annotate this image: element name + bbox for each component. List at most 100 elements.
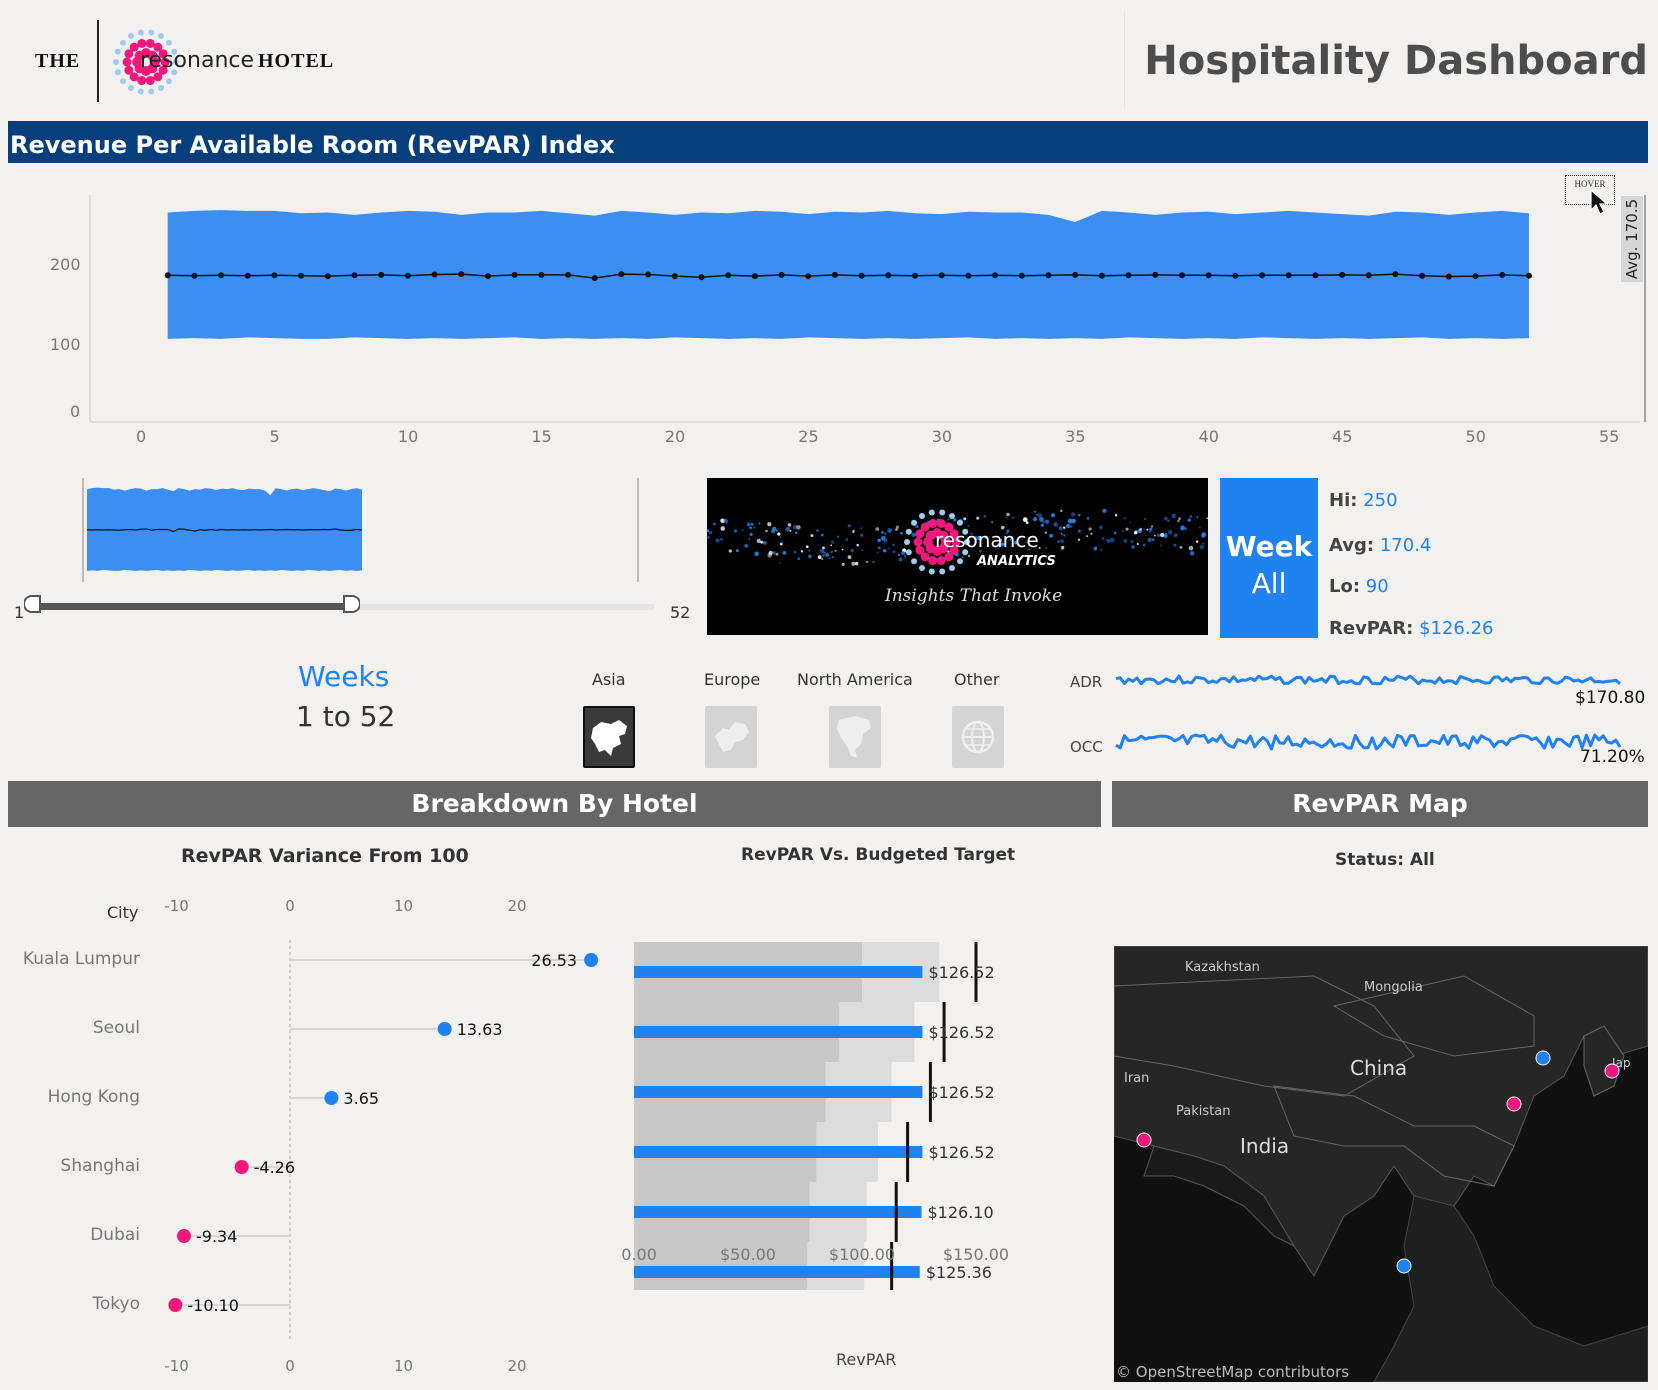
week-selector-card[interactable]: Week All (1220, 478, 1318, 638)
variance-lollipop-chart[interactable]: -10 -10 0 0 10 10 20 20 26.53 13.63 3.65 -4.26 -9.34… (0, 880, 600, 1380)
region-label-north-america: North America (797, 670, 913, 689)
slider-handle-start[interactable] (24, 594, 42, 618)
revpar-point (324, 273, 331, 280)
stat-avg: Avg: 170.4 (1329, 535, 1432, 556)
region-button-other[interactable] (952, 706, 1004, 768)
revpar-point (271, 272, 278, 279)
revpar-point (298, 272, 305, 279)
budget-bullet-chart[interactable]: $126.52 $126.52 $126.52 $126.52 $126.10 $125.… (620, 930, 1100, 1290)
variance-value-label: -10.10 (187, 1296, 239, 1315)
map-status-filter[interactable]: Status: All (1335, 850, 1435, 870)
revpar-point (831, 271, 838, 278)
region-label-other: Other (954, 670, 1000, 689)
revpar-index-title: Revenue Per Available Room (RevPAR) Inde… (10, 131, 615, 159)
banner-logo-text: resonance (935, 528, 1039, 552)
x-tick-label: 5 (269, 427, 280, 446)
weeks-filter-title: Weeks (298, 660, 390, 693)
kpi-sparklines[interactable] (1114, 660, 1624, 760)
revpar-point (244, 272, 251, 279)
occ-sparkline (1115, 733, 1622, 751)
x-tick-label: 35 (1065, 427, 1086, 446)
revpar-map[interactable]: Kazakhstan Mongolia China Iran Pakistan … (1114, 946, 1648, 1382)
map-marker-shanghai[interactable] (1506, 1096, 1522, 1112)
variance-tick-label: 10 (394, 1357, 413, 1375)
brand-hotel: HOTEL (258, 50, 335, 72)
slider-handle-end[interactable] (342, 594, 360, 618)
revpar-point (591, 275, 598, 282)
map-markers (1136, 1050, 1620, 1274)
revpar-value-label: $126.52 (928, 963, 994, 982)
revpar-point (1525, 272, 1532, 279)
x-tick-label: 0 (136, 427, 147, 446)
revpar-value-label: $126.52 (928, 1023, 994, 1042)
revpar-point (858, 272, 865, 279)
page-title: Hospitality Dashboard (1144, 38, 1648, 84)
revpar-point (618, 271, 625, 278)
x-tick-label: 55 (1599, 427, 1620, 446)
cursor-arrow-icon (1590, 188, 1609, 215)
variance-dot (584, 953, 599, 967)
revpar-point (965, 272, 972, 279)
adr-label: ADR (1070, 673, 1103, 691)
section-header-breakdown: Breakdown By Hotel (8, 781, 1101, 827)
revpar-point (725, 272, 732, 279)
revpar-point (404, 272, 411, 279)
week-range-preview[interactable] (80, 478, 645, 584)
revpar-point (1259, 272, 1266, 279)
region-button-europe[interactable] (705, 706, 757, 768)
revpar-bar (634, 1206, 922, 1218)
weeks-filter-range: 1 to 52 (296, 700, 396, 733)
europe-map-icon (715, 722, 749, 752)
revpar-point (484, 273, 491, 280)
x-tick-label: 50 (1465, 427, 1486, 446)
revpar-point (1445, 273, 1452, 280)
revpar-point (1285, 272, 1292, 279)
stat-hi: Hi: 250 (1329, 490, 1398, 511)
revpar-point (565, 271, 572, 278)
budget-chart-title: RevPAR Vs. Budgeted Target (741, 845, 1016, 865)
dashboard: THE resonance HOTEL Hospitality Dashboar… (0, 0, 1658, 1390)
revpar-point (645, 271, 652, 278)
average-reference-label: Avg. 170.5 (1621, 196, 1643, 282)
revpar-point (751, 273, 758, 280)
budget-tick-label: $100.00 (829, 1245, 895, 1264)
revpar-value-label: $126.52 (928, 1143, 994, 1162)
stat-revpar: RevPAR: $126.26 (1329, 618, 1494, 639)
map-marker-seoul[interactable] (1535, 1050, 1551, 1066)
region-button-north-america[interactable] (829, 706, 881, 768)
map-marker-dubai[interactable] (1136, 1132, 1152, 1148)
revpar-point (938, 272, 945, 279)
revpar-point (1472, 273, 1479, 280)
revpar-bar (634, 1146, 923, 1158)
budget-tick-label: $50.00 (720, 1245, 776, 1264)
revpar-point (778, 271, 785, 278)
variance-tick-label: 20 (507, 897, 526, 915)
map-marker-kuala-lumpur[interactable] (1396, 1258, 1412, 1274)
brand-separator (97, 20, 99, 102)
revpar-point (1152, 271, 1159, 278)
revpar-point (164, 272, 171, 279)
variance-dot (168, 1298, 183, 1312)
revpar-bar (634, 1026, 923, 1038)
revpar-index-chart[interactable] (0, 170, 1658, 460)
revpar-point (191, 272, 198, 279)
variance-value-label: 13.63 (457, 1020, 503, 1039)
slider-range-fill (30, 603, 352, 610)
section-header-map: RevPAR Map (1112, 781, 1648, 827)
variance-tick-label: -10 (164, 897, 189, 915)
region-button-asia[interactable] (583, 706, 635, 768)
revpar-point (992, 272, 999, 279)
revpar-point (1045, 272, 1052, 279)
y-tick-label: 200 (50, 255, 81, 274)
x-tick-label: 15 (531, 427, 552, 446)
variance-dot (176, 1229, 191, 1243)
map-marker-tokyo[interactable] (1604, 1063, 1620, 1079)
revpar-point (1365, 272, 1372, 279)
revpar-value-label: $126.10 (928, 1203, 994, 1222)
revpar-point (1018, 272, 1025, 279)
map-attribution[interactable]: © OpenStreetMap contributors (1116, 1363, 1349, 1381)
adr-value: $170.80 (1575, 688, 1646, 708)
revpar-point (1205, 272, 1212, 279)
revpar-point (1178, 272, 1185, 279)
revpar-point (218, 272, 225, 279)
